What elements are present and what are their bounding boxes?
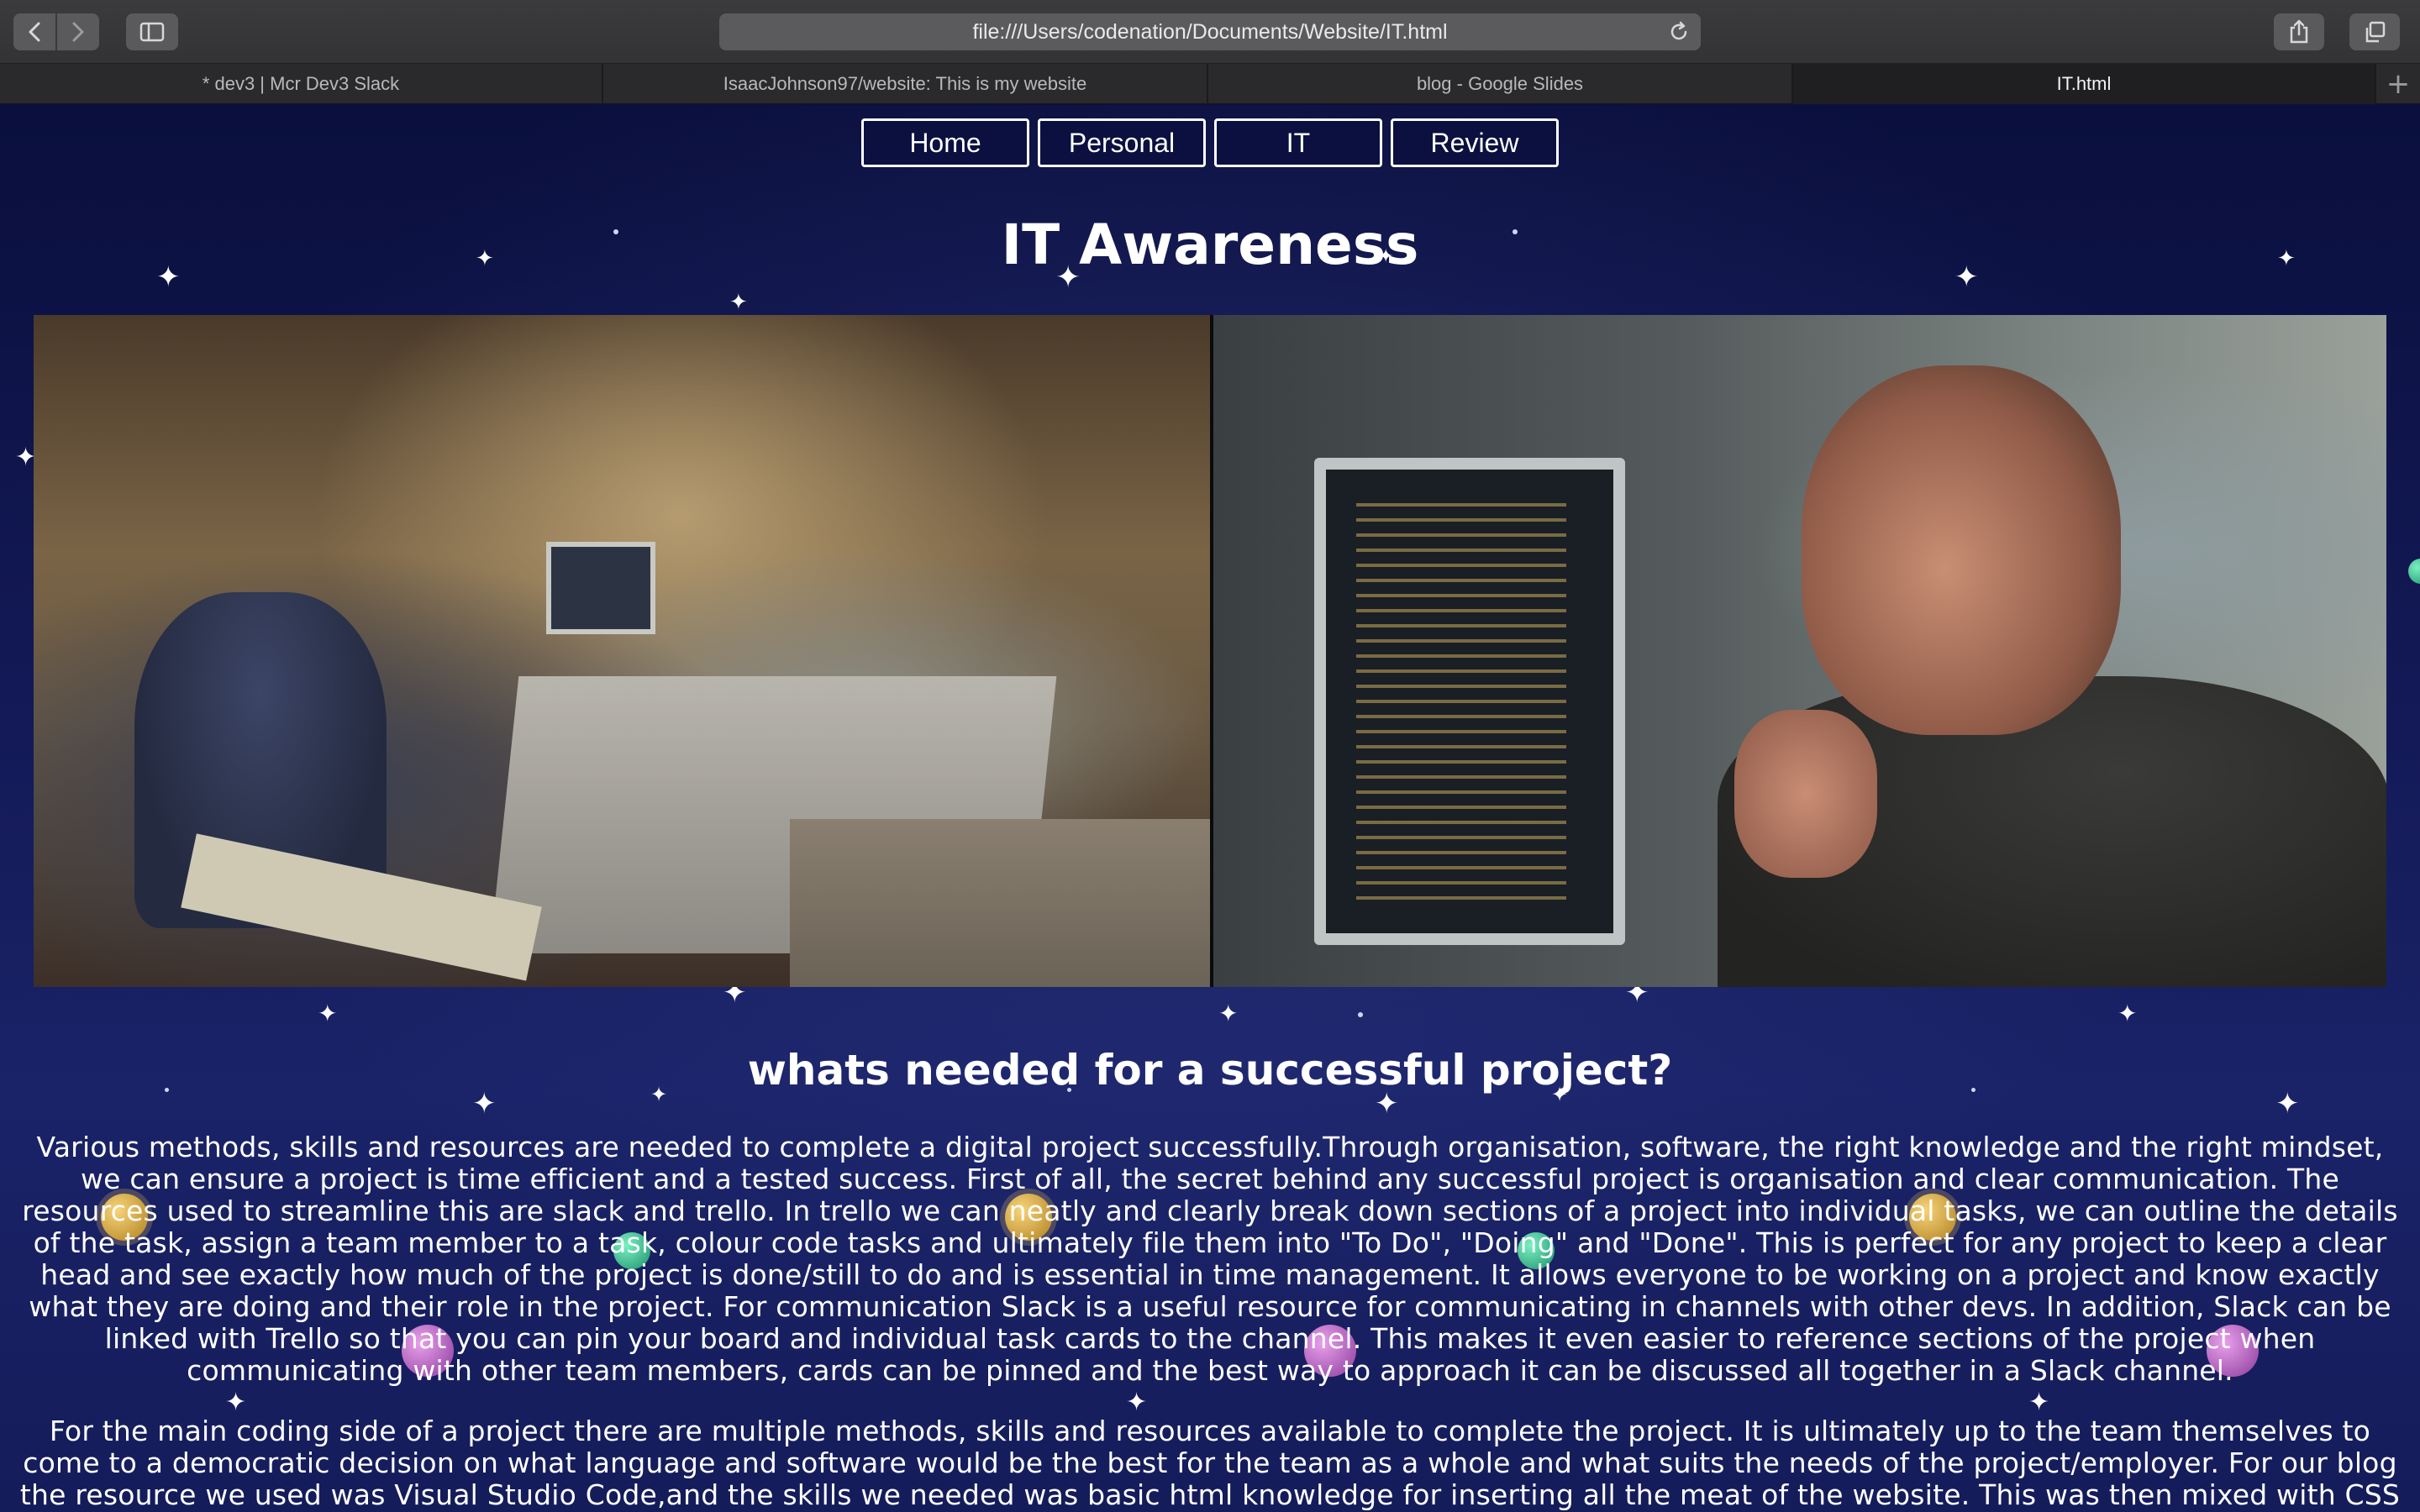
back-button[interactable] bbox=[13, 13, 55, 50]
reload-icon[interactable] bbox=[1667, 20, 1691, 44]
page-title: IT Awareness bbox=[1001, 213, 1419, 277]
tab-label: IsaacJohnson97/website: This is my websi… bbox=[723, 73, 1087, 94]
tab-label: blog - Google Slides bbox=[1416, 73, 1584, 94]
new-tab-icon: + bbox=[2386, 67, 2411, 101]
it-crowd-office-image bbox=[34, 315, 1210, 987]
star-decoration: ✦ bbox=[729, 290, 748, 315]
tab-dev3-slack[interactable]: * dev3 | Mcr Dev3 Slack bbox=[0, 64, 603, 104]
tab-google-slides[interactable]: blog - Google Slides bbox=[1208, 64, 1793, 104]
image-detail bbox=[1802, 365, 2121, 735]
star-decoration: ✦ bbox=[318, 1000, 338, 1027]
tab-it-html[interactable]: IT.html bbox=[1793, 64, 2376, 104]
image-row bbox=[34, 315, 2386, 987]
back-icon bbox=[29, 22, 40, 42]
forward-icon bbox=[72, 22, 84, 42]
star-decoration: ✦ bbox=[225, 1388, 247, 1417]
image-detail bbox=[790, 819, 1210, 987]
forward-button[interactable] bbox=[57, 13, 99, 50]
share-button[interactable] bbox=[2274, 13, 2324, 50]
nav-it-link[interactable]: IT bbox=[1214, 118, 1382, 167]
sidebar-button[interactable] bbox=[126, 13, 178, 50]
nav-review-link[interactable]: Review bbox=[1391, 118, 1559, 167]
web-page: ✦ ✦ ✦ ✦ ✦ ✦ ✦ ✦ ✦ ✦ ✦ ✦ ✦ ✦ ✦ ✦ ✦ ✦ ✦ ✦ … bbox=[0, 105, 2420, 1512]
site-nav: Home Personal IT Review bbox=[0, 118, 2420, 167]
image-detail bbox=[546, 542, 655, 634]
section-heading: whats needed for a successful project? bbox=[747, 1046, 1673, 1095]
star-decoration: ✦ bbox=[2028, 1388, 2050, 1417]
history-nav-group bbox=[13, 13, 99, 50]
image-detail bbox=[1314, 458, 1625, 945]
star-dot bbox=[1358, 1012, 1363, 1017]
tab-github-website[interactable]: IsaacJohnson97/website: This is my websi… bbox=[603, 64, 1208, 104]
tabs-overview-icon bbox=[2365, 21, 2386, 43]
tab-overview-button[interactable] bbox=[2349, 13, 2400, 50]
body-paragraph: For the main coding side of a project th… bbox=[19, 1415, 2401, 1512]
programmer-celebrating-image bbox=[1210, 315, 2386, 987]
star-decoration: ✦ bbox=[1126, 1388, 1148, 1417]
tab-label: * dev3 | Mcr Dev3 Slack bbox=[202, 73, 400, 94]
address-bar[interactable]: file:///Users/codenation/Documents/Websi… bbox=[719, 13, 1701, 50]
browser-toolbar: file:///Users/codenation/Documents/Websi… bbox=[0, 0, 2420, 64]
new-tab-button[interactable]: + bbox=[2376, 64, 2420, 104]
image-detail bbox=[1734, 710, 1877, 878]
star-decoration: ✦ bbox=[2118, 1000, 2138, 1027]
tab-label: IT.html bbox=[2056, 73, 2112, 94]
url-text: file:///Users/codenation/Documents/Websi… bbox=[972, 19, 1448, 44]
share-icon bbox=[2290, 19, 2308, 44]
nav-home-link[interactable]: Home bbox=[861, 118, 1029, 167]
star-decoration: ✦ bbox=[1218, 1000, 1239, 1027]
tab-bar: * dev3 | Mcr Dev3 Slack IsaacJohnson97/w… bbox=[0, 64, 2420, 104]
sidebar-icon bbox=[139, 22, 165, 42]
body-paragraph: Various methods, skills and resources ar… bbox=[22, 1131, 2398, 1387]
image-detail bbox=[1356, 503, 1566, 906]
planet-decoration bbox=[2408, 559, 2420, 584]
nav-personal-link[interactable]: Personal bbox=[1038, 118, 1206, 167]
